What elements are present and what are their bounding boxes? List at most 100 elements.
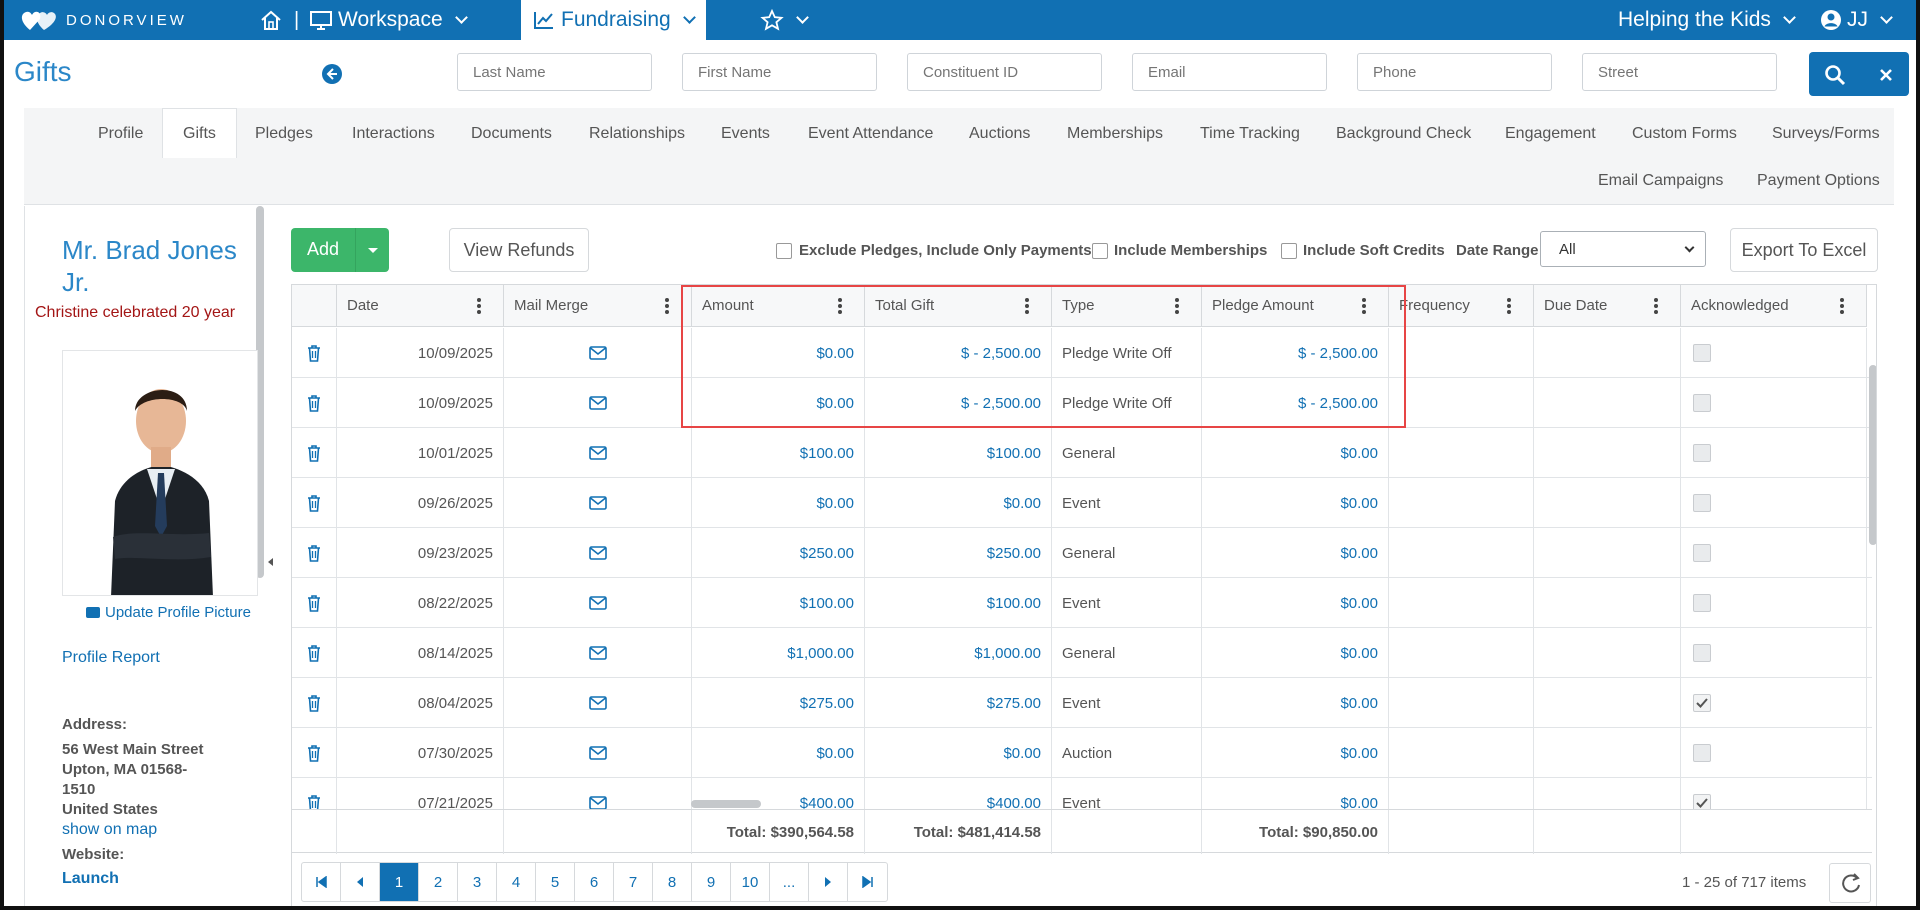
- logo[interactable]: DONORVIEW: [18, 0, 187, 40]
- acknowledged-checkbox[interactable]: [1693, 344, 1711, 362]
- update-profile-picture-link[interactable]: Update Profile Picture: [86, 604, 251, 622]
- refresh-button[interactable]: [1829, 863, 1871, 903]
- include-memberships-checkbox[interactable]: [1092, 243, 1108, 259]
- mail-merge-button[interactable]: [504, 528, 692, 578]
- tab-pledges[interactable]: Pledges: [247, 125, 321, 143]
- prev-page-button[interactable]: [341, 863, 380, 901]
- constituent-id-input[interactable]: [907, 53, 1102, 91]
- favorites-menu[interactable]: [760, 0, 813, 40]
- tab-email-campaigns[interactable]: Email Campaigns: [1590, 172, 1731, 190]
- vertical-scrollbar[interactable]: [1869, 365, 1876, 545]
- page-button[interactable]: 9: [692, 863, 731, 901]
- tab-payment-options[interactable]: Payment Options: [1749, 172, 1888, 190]
- delete-button[interactable]: [292, 328, 337, 378]
- delete-button[interactable]: [292, 678, 337, 728]
- tab-time-tracking[interactable]: Time Tracking: [1192, 125, 1308, 143]
- tab-relationships[interactable]: Relationships: [581, 125, 693, 143]
- tab-documents[interactable]: Documents: [463, 125, 560, 143]
- mail-merge-button[interactable]: [504, 428, 692, 478]
- table-row[interactable]: 09/23/2025 $250.00 $250.00 General $0.00: [292, 528, 1872, 578]
- mail-merge-button[interactable]: [504, 328, 692, 378]
- next-page-button[interactable]: [809, 863, 848, 901]
- delete-button[interactable]: [292, 428, 337, 478]
- add-button[interactable]: Add: [291, 228, 389, 272]
- tab-interactions[interactable]: Interactions: [344, 125, 443, 143]
- delete-button[interactable]: [292, 728, 337, 778]
- back-arrow-icon[interactable]: [322, 64, 342, 84]
- column-header-frequency[interactable]: Frequency: [1389, 285, 1534, 327]
- more-pages-button[interactable]: ...: [770, 863, 809, 901]
- tab-event-attendance[interactable]: Event Attendance: [800, 125, 941, 143]
- tab-memberships[interactable]: Memberships: [1059, 125, 1171, 143]
- user-menu[interactable]: JJ: [1820, 0, 1897, 40]
- profile-report-link[interactable]: Profile Report: [62, 649, 160, 667]
- clear-icon[interactable]: [1875, 64, 1897, 86]
- page-button[interactable]: 3: [458, 863, 497, 901]
- column-menu-icon[interactable]: [665, 298, 669, 314]
- column-menu-icon[interactable]: [1654, 298, 1658, 314]
- show-on-map-link[interactable]: show on map: [62, 821, 157, 839]
- column-menu-icon[interactable]: [1840, 298, 1844, 314]
- table-row[interactable]: 08/14/2025 $1,000.00 $1,000.00 General $0.00: [292, 628, 1872, 678]
- tab-engagement[interactable]: Engagement: [1497, 125, 1604, 143]
- mail-merge-button[interactable]: [504, 578, 692, 628]
- tab-auctions[interactable]: Auctions: [961, 125, 1038, 143]
- delete-button[interactable]: [292, 578, 337, 628]
- website-launch-link[interactable]: Launch: [62, 870, 119, 888]
- page-button[interactable]: 5: [536, 863, 575, 901]
- view-refunds-button[interactable]: View Refunds: [449, 228, 589, 272]
- include-soft-credits-checkbox[interactable]: [1281, 243, 1297, 259]
- fundraising-menu[interactable]: Fundraising: [521, 0, 706, 40]
- last-page-button[interactable]: [848, 863, 887, 901]
- tab-background-check[interactable]: Background Check: [1328, 125, 1479, 143]
- acknowledged-checkbox[interactable]: [1693, 694, 1711, 712]
- column-menu-icon[interactable]: [477, 298, 481, 314]
- column-header-date[interactable]: Date: [337, 285, 504, 327]
- mail-merge-button[interactable]: [504, 378, 692, 428]
- table-row[interactable]: 08/04/2025 $275.00 $275.00 Event $0.00: [292, 678, 1872, 728]
- exclude-pledges-checkbox[interactable]: [776, 243, 792, 259]
- workspace-menu[interactable]: Workspace: [309, 0, 472, 40]
- table-row[interactable]: 08/22/2025 $100.00 $100.00 Event $0.00: [292, 578, 1872, 628]
- home-button[interactable]: [259, 0, 283, 40]
- acknowledged-checkbox[interactable]: [1693, 494, 1711, 512]
- delete-button[interactable]: [292, 528, 337, 578]
- acknowledged-checkbox[interactable]: [1693, 644, 1711, 662]
- column-header-due-date[interactable]: Due Date: [1534, 285, 1681, 327]
- column-header-acknowledged[interactable]: Acknowledged: [1681, 285, 1867, 327]
- mail-merge-button[interactable]: [504, 628, 692, 678]
- horizontal-scrollbar[interactable]: [691, 800, 761, 808]
- delete-button[interactable]: [292, 478, 337, 528]
- page-button[interactable]: 1: [380, 863, 419, 901]
- mail-merge-button[interactable]: [504, 728, 692, 778]
- page-button[interactable]: 7: [614, 863, 653, 901]
- acknowledged-checkbox[interactable]: [1693, 444, 1711, 462]
- page-button[interactable]: 10: [731, 863, 770, 901]
- acknowledged-checkbox[interactable]: [1693, 394, 1711, 412]
- organization-menu[interactable]: Helping the Kids: [1618, 0, 1800, 40]
- page-button[interactable]: 6: [575, 863, 614, 901]
- tab-gifts[interactable]: Gifts: [162, 108, 237, 158]
- street-input[interactable]: [1582, 53, 1777, 91]
- page-button[interactable]: 2: [419, 863, 458, 901]
- tab-surveys-forms[interactable]: Surveys/Forms: [1764, 125, 1888, 143]
- acknowledged-checkbox[interactable]: [1693, 594, 1711, 612]
- tab-custom-forms[interactable]: Custom Forms: [1624, 125, 1745, 143]
- date-range-select[interactable]: All: [1540, 231, 1706, 267]
- first-page-button[interactable]: [302, 863, 341, 901]
- collapse-panel-icon[interactable]: [268, 558, 273, 566]
- column-header-mail-merge[interactable]: Mail Merge: [504, 285, 692, 327]
- mail-merge-button[interactable]: [504, 678, 692, 728]
- phone-input[interactable]: [1357, 53, 1552, 91]
- mail-merge-button[interactable]: [504, 478, 692, 528]
- caret-down-icon[interactable]: [368, 248, 378, 253]
- tab-events[interactable]: Events: [713, 125, 778, 143]
- delete-button[interactable]: [292, 378, 337, 428]
- first-name-input[interactable]: [682, 53, 877, 91]
- acknowledged-checkbox[interactable]: [1693, 744, 1711, 762]
- table-row[interactable]: 10/01/2025 $100.00 $100.00 General $0.00: [292, 428, 1872, 478]
- search-icon[interactable]: [1823, 63, 1847, 87]
- table-row[interactable]: 09/26/2025 $0.00 $0.00 Event $0.00: [292, 478, 1872, 528]
- export-to-excel-button[interactable]: Export To Excel: [1730, 228, 1878, 272]
- table-row[interactable]: 07/30/2025 $0.00 $0.00 Auction $0.00: [292, 728, 1872, 778]
